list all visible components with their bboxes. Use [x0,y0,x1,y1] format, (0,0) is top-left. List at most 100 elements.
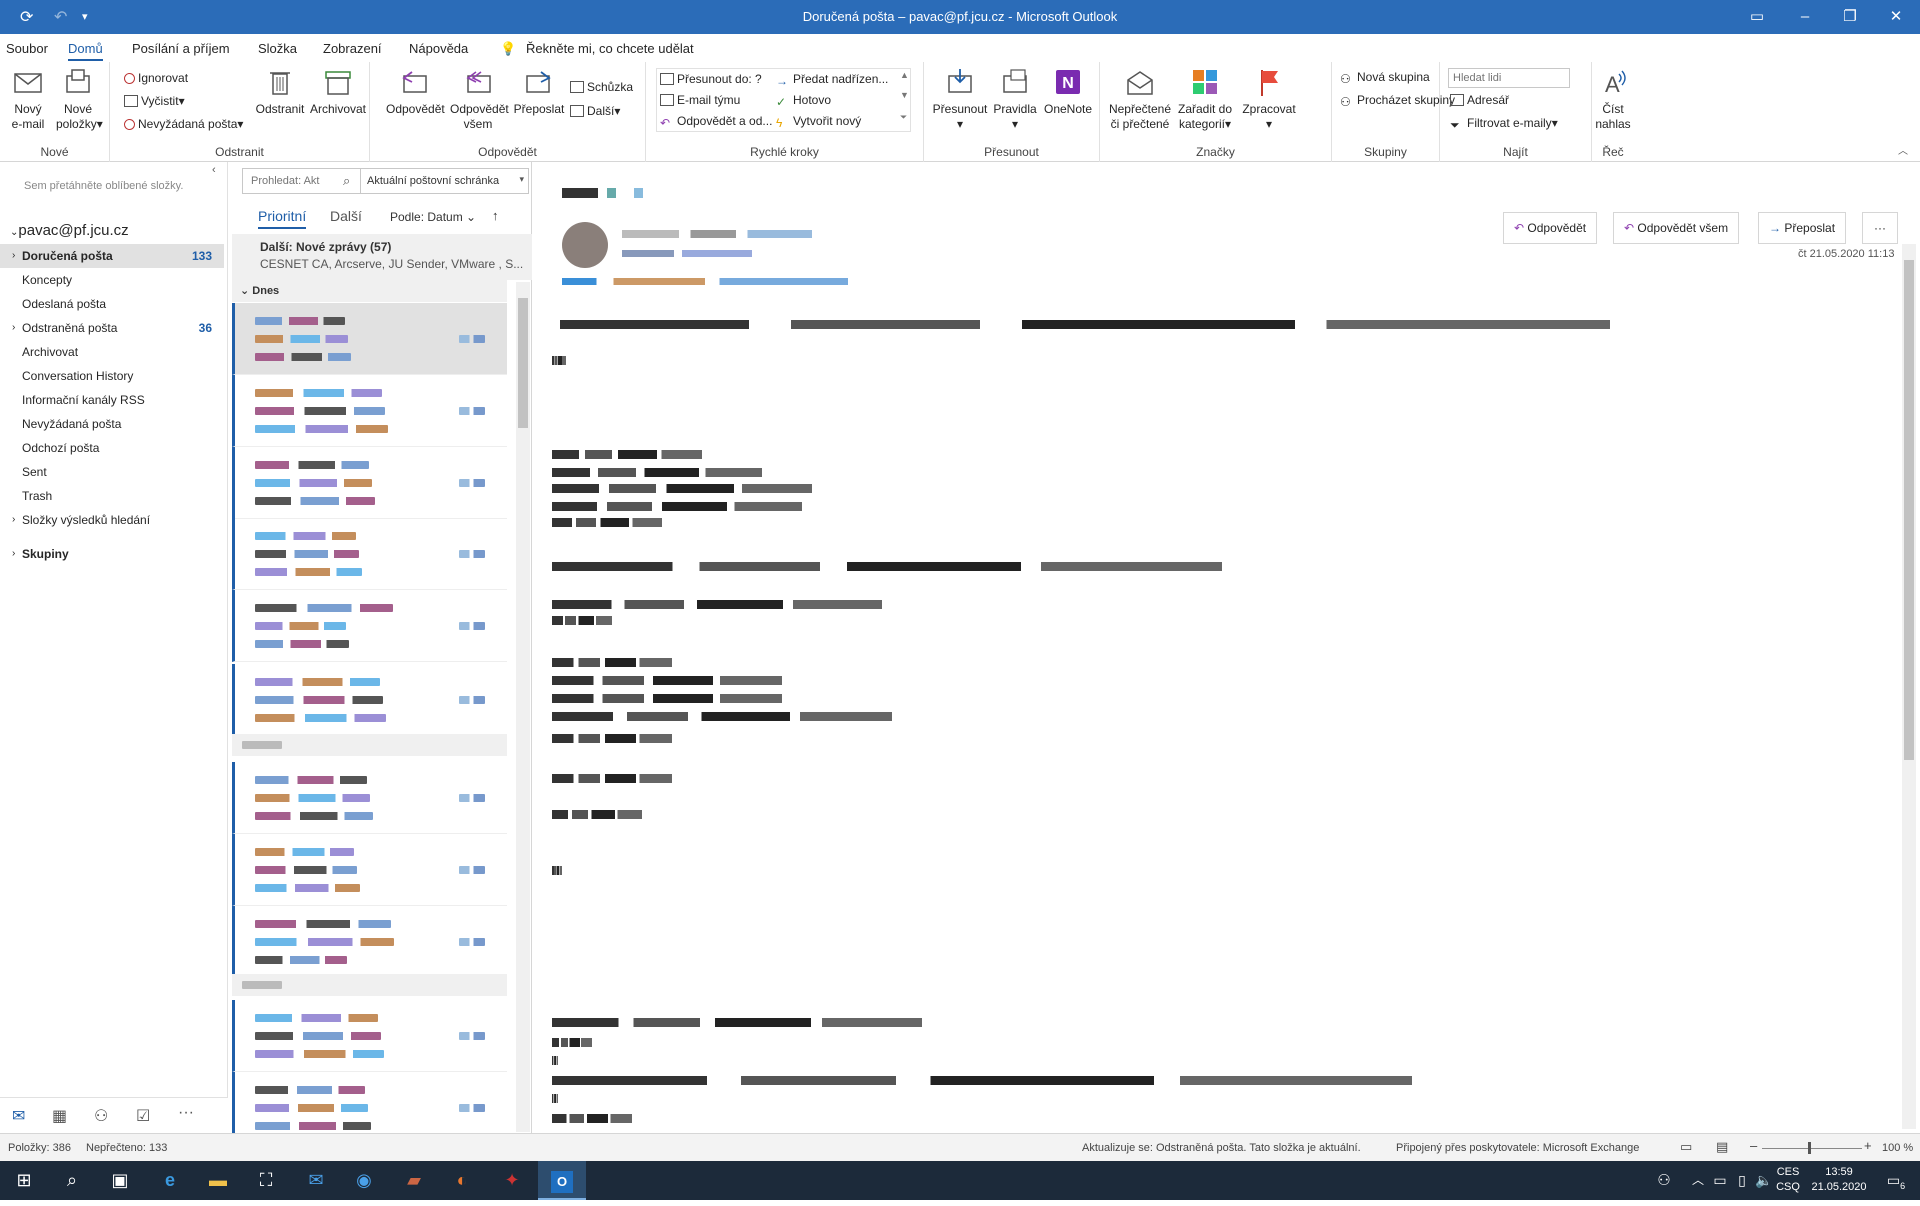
outlook-taskbar-icon[interactable]: O [538,1161,586,1200]
battery-icon[interactable]: ▯ [1730,1161,1754,1200]
network-icon[interactable]: ▭ [1708,1161,1732,1200]
list-item[interactable] [232,664,507,736]
more-apps-icon[interactable]: ··· [178,1104,194,1122]
categorize-button[interactable]: Zařadit do kategorií▾ [1174,66,1236,132]
delete-button[interactable]: Odstranit [254,66,306,117]
chevron-right-icon[interactable]: › [12,508,15,532]
people-icon[interactable]: ⚇ [94,1106,108,1126]
qs-done[interactable]: ✓ Hotovo [776,93,831,109]
account-name[interactable]: ⌄pavac@pf.jcu.cz [10,222,129,239]
address-book-button[interactable]: Adresář [1450,93,1509,107]
reading-pane-scrollbar[interactable] [1902,244,1916,1129]
new-email-button[interactable]: Nový e-mail [8,66,48,132]
tab-view[interactable]: Zobrazení [323,41,382,56]
qs-scroll-down-icon[interactable]: ▼ [900,90,909,100]
new-group-button[interactable]: ⚇ Nová skupina [1340,70,1430,86]
filter-email-button[interactable]: ⏷ Filtrovat e-maily▾ [1450,116,1558,132]
zoom-level[interactable]: 100 % [1882,1142,1913,1154]
read-aloud-button[interactable]: A Číst nahlas [1594,66,1632,132]
tab-send-receive[interactable]: Posílání a příjem [132,41,230,56]
folder-drafts[interactable]: Koncepty [0,268,224,292]
other-summary[interactable]: Další: Nové zprávy (57) CESNET CA, Arcse… [232,234,532,280]
folder-search-folders[interactable]: › Složky výsledků hledání [0,508,224,532]
tasks-icon[interactable]: ☑ [136,1106,150,1126]
archive-button[interactable]: Archivovat [308,66,368,117]
reading-view-icon[interactable]: ▤ [1716,1139,1728,1155]
folder-junk[interactable]: Nevyžádaná pošta [0,412,224,436]
avatar[interactable] [562,222,608,268]
tab-file[interactable]: Soubor [6,41,48,56]
language-indicator[interactable]: CES CSQ [1774,1165,1802,1195]
new-items-button[interactable]: Nové položky▾ [56,66,103,132]
folder-sent-items[interactable]: Odeslaná pošta [0,292,224,316]
forward-button[interactable]: → Přeposlat [1758,212,1847,244]
list-item[interactable] [232,447,507,519]
qs-to-manager[interactable]: → Předat nadřízen... [776,72,888,88]
tab-folder[interactable]: Složka [258,41,297,56]
search-icon[interactable]: ⌕ [343,173,350,189]
tab-other[interactable]: Další [330,208,362,224]
zoom-slider[interactable] [1762,1148,1862,1149]
chevron-right-icon[interactable]: › [12,244,15,268]
folder-rss[interactable]: Informační kanály RSS [0,388,224,412]
group-header[interactable] [232,734,507,756]
qs-move-to[interactable]: Přesunout do: ? [660,72,762,86]
edge-icon[interactable]: e [146,1161,194,1200]
rules-button[interactable]: Pravidla ▾ [990,66,1040,132]
zoom-out-icon[interactable]: – [1750,1138,1757,1153]
junk-button[interactable]: Nevyžádaná pošta▾ [124,117,243,131]
group-header[interactable] [232,974,507,996]
reply-button[interactable]: Odpovědět [386,66,445,117]
meeting-button[interactable]: Schůzka [570,80,633,94]
reply-all-button[interactable]: ↶ Odpovědět všem [1613,212,1740,244]
list-item[interactable] [232,834,507,906]
list-item[interactable] [232,906,507,978]
qs-reply-delete[interactable]: ↶ Odpovědět a od... [660,114,772,130]
folder-inbox[interactable]: › Doručená pošta 133 [0,244,224,268]
list-item[interactable] [232,590,507,662]
tab-focused[interactable]: Prioritní [258,208,307,229]
tell-me-box[interactable]: Řekněte mi, co chcete udělat [526,41,694,56]
chevron-right-icon[interactable]: › [12,316,15,340]
unread-read-button[interactable]: Nepřečtené či přečtené [1108,66,1172,132]
scroll-thumb[interactable] [518,298,528,428]
chevron-right-icon[interactable]: › [12,542,15,566]
list-item[interactable] [232,518,507,590]
folder-conversation-history[interactable]: Conversation History [0,364,224,388]
list-item[interactable] [232,303,507,375]
zoom-in-icon[interactable]: + [1864,1138,1872,1153]
folder-trash[interactable]: Trash [0,484,224,508]
group-header-today[interactable]: ⌄ Dnes [232,280,507,302]
sort-direction-icon[interactable]: ↑ [492,208,499,223]
store-icon[interactable]: ⛶ [242,1161,290,1200]
forward-button[interactable]: Přeposlat [513,66,565,117]
volume-icon[interactable]: 🔈 [1752,1161,1776,1200]
firefox-icon[interactable]: ◐ [438,1161,486,1200]
list-item[interactable] [232,1000,507,1072]
task-view-icon[interactable]: ▣ [96,1161,144,1200]
zoom-slider-thumb[interactable] [1808,1142,1811,1154]
ribbon-display-icon[interactable]: ▭ [1735,5,1779,29]
message-list-scrollbar[interactable] [516,282,530,1132]
qs-create-new[interactable]: ϟ Vytvořit nový [776,114,861,130]
restore-button[interactable]: ❐ [1828,5,1872,29]
browse-groups-button[interactable]: ⚇ Procházet skupiny [1340,93,1455,109]
search-icon[interactable]: ⌕ [48,1161,96,1200]
minimize-button[interactable]: – [1783,5,1827,29]
tab-help[interactable]: Nápověda [409,41,468,56]
follow-up-button[interactable]: Zpracovat ▾ [1238,66,1300,132]
folder-outbox[interactable]: Odchozí pošta [0,436,224,460]
file-explorer-icon[interactable]: ▬ [194,1161,242,1200]
normal-view-icon[interactable]: ▭ [1680,1139,1692,1155]
folder-sent[interactable]: Sent [0,460,224,484]
start-icon[interactable]: ⊞ [0,1161,48,1200]
more-actions-button[interactable]: ··· [1862,212,1898,244]
onenote-button[interactable]: N OneNote [1042,66,1094,117]
folder-deleted[interactable]: › Odstraněná pošta 36 [0,316,224,340]
scroll-thumb[interactable] [1904,260,1914,760]
close-button[interactable]: ✕ [1874,5,1918,29]
chevron-down-icon[interactable]: ▾ [519,174,524,185]
folder-groups[interactable]: › Skupiny [0,542,224,566]
app-icon[interactable]: ✦ [488,1161,536,1200]
collapse-ribbon-icon[interactable]: ︿ [1898,142,1908,157]
